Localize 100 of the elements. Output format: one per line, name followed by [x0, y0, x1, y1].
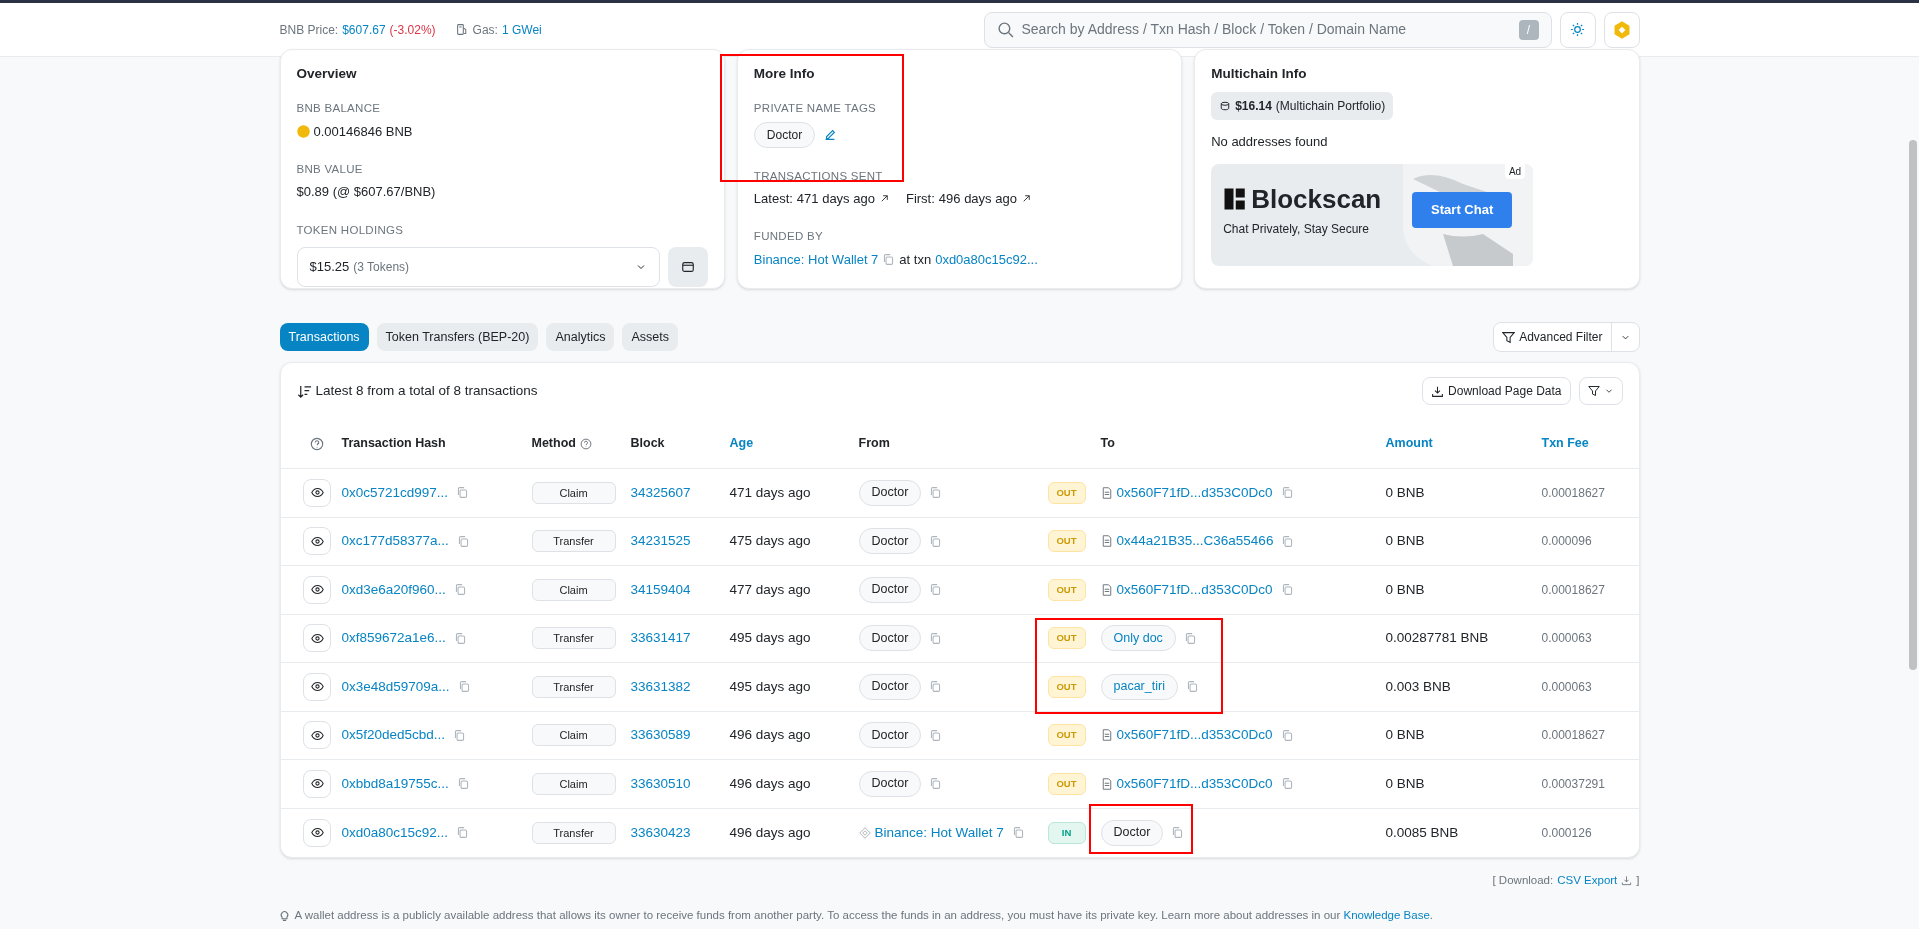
address-tag[interactable]: Doctor: [858, 673, 922, 700]
gas-link[interactable]: 1 GWei: [501, 20, 542, 39]
transaction-hash-link[interactable]: 0xf859672a1e6...: [341, 628, 446, 649]
copy-icon[interactable]: [453, 631, 467, 645]
search-input[interactable]: Search by Address / Txn Hash / Block / Token / Domain Name: [1021, 19, 1511, 40]
transaction-hash-link[interactable]: 0xbbd8a19755c...: [341, 773, 449, 794]
address-link[interactable]: 0x560F71fD...d353C0Dc0: [1116, 725, 1273, 746]
scrollbar-thumb[interactable]: [1909, 140, 1917, 670]
fee-text: 0.000126: [1541, 824, 1593, 842]
copy-icon[interactable]: [453, 728, 467, 742]
edit-icon[interactable]: [823, 127, 838, 142]
view-button[interactable]: [303, 527, 331, 556]
wallet-button[interactable]: [667, 247, 708, 287]
copy-icon[interactable]: [929, 534, 943, 548]
start-chat-button[interactable]: Start Chat: [1412, 191, 1513, 228]
copy-icon[interactable]: [1280, 777, 1294, 791]
price-link[interactable]: $607.67: [342, 20, 386, 39]
block-link[interactable]: 34159404: [630, 579, 691, 600]
block-link[interactable]: 34231525: [630, 531, 691, 552]
copy-icon[interactable]: [1280, 728, 1294, 742]
document-icon: [1100, 535, 1113, 548]
copy-icon[interactable]: [456, 777, 470, 791]
copy-icon[interactable]: [929, 777, 943, 791]
copy-icon[interactable]: [929, 631, 943, 645]
copy-icon[interactable]: [1185, 680, 1199, 694]
ad-banner[interactable]: Blockscan Chat Privately, Stay Secure Start Chat Ad: [1211, 163, 1534, 266]
copy-icon[interactable]: [1011, 826, 1025, 840]
tab[interactable]: Assets: [622, 323, 678, 351]
tab[interactable]: Analytics: [546, 323, 615, 351]
address-tag[interactable]: Doctor: [858, 722, 922, 749]
copy-icon[interactable]: [1280, 486, 1294, 500]
transaction-hash-link[interactable]: 0x3e48d59709a...: [341, 676, 450, 697]
csv-export-link[interactable]: CSV Export: [1557, 872, 1618, 890]
view-button[interactable]: [303, 818, 331, 847]
direction-badge: OUT: [1047, 724, 1086, 747]
copy-icon[interactable]: [456, 486, 470, 500]
address-link[interactable]: 0x560F71fD...d353C0Dc0: [1116, 773, 1273, 794]
portfolio-badge[interactable]: $16.14 (Multichain Portfolio): [1211, 92, 1394, 121]
address-tag[interactable]: pacar_tiri: [1100, 673, 1178, 700]
transaction-hash-link[interactable]: 0x0c5721cd997...: [341, 482, 449, 503]
view-button[interactable]: [303, 478, 331, 507]
view-button[interactable]: [303, 672, 331, 701]
address-tag[interactable]: Doctor: [858, 770, 922, 797]
download-icon: [1431, 384, 1445, 398]
block-link[interactable]: 33631417: [630, 628, 691, 649]
column-header[interactable]: Amount: [1385, 434, 1433, 453]
first-value: 496 days ago: [938, 189, 1017, 208]
view-button[interactable]: [303, 769, 331, 798]
copy-icon[interactable]: [1280, 583, 1294, 597]
copy-icon[interactable]: [1183, 631, 1197, 645]
copy-icon[interactable]: [456, 826, 470, 840]
address-tag[interactable]: Doctor: [858, 528, 922, 555]
copy-icon[interactable]: [1281, 534, 1295, 548]
transaction-hash-link[interactable]: 0xd3e6a20f960...: [341, 579, 446, 600]
transaction-hash-link[interactable]: 0xd0a80c15c92...: [341, 822, 449, 843]
block-link[interactable]: 33630423: [630, 822, 691, 843]
copy-icon[interactable]: [453, 583, 467, 597]
field-label: TRANSACTIONS SENT: [753, 168, 884, 184]
amount-text: 0 BNB: [1385, 580, 1426, 599]
token-holdings-dropdown[interactable]: $15.25 (3 Tokens): [296, 247, 660, 287]
block-link[interactable]: 34325607: [630, 482, 691, 503]
block-link[interactable]: 33631382: [630, 676, 691, 697]
column-header[interactable]: Age: [729, 434, 754, 453]
funder-link[interactable]: Binance: Hot Wallet 7: [753, 249, 879, 269]
network-button[interactable]: [1603, 11, 1640, 48]
view-button[interactable]: [303, 575, 331, 604]
copy-icon[interactable]: [882, 252, 896, 266]
copy-icon[interactable]: [929, 680, 943, 694]
filter-dropdown-button[interactable]: [1578, 377, 1623, 405]
copy-icon[interactable]: [457, 680, 471, 694]
address-tag[interactable]: Doctor: [858, 576, 922, 603]
address-tag[interactable]: Doctor: [858, 625, 922, 652]
advanced-filter-button[interactable]: Advanced Filter: [1493, 322, 1640, 352]
address-link[interactable]: Binance: Hot Wallet 7: [874, 822, 1004, 843]
address-tag[interactable]: Only doc: [1100, 625, 1176, 652]
copy-icon[interactable]: [929, 583, 943, 597]
address-link[interactable]: 0x560F71fD...d353C0Dc0: [1116, 579, 1273, 600]
transaction-hash-link[interactable]: 0x5f20ded5cbd...: [341, 725, 446, 746]
view-button[interactable]: [303, 624, 331, 653]
copy-icon[interactable]: [929, 486, 943, 500]
tab[interactable]: Token Transfers (BEP-20): [376, 323, 539, 351]
copy-icon[interactable]: [456, 534, 470, 548]
txn-link[interactable]: 0xd0a80c15c92...: [935, 249, 1038, 269]
theme-toggle-button[interactable]: [1559, 11, 1596, 48]
transaction-hash-link[interactable]: 0xc177d58377a...: [341, 531, 449, 552]
tab[interactable]: Transactions: [279, 323, 369, 351]
block-link[interactable]: 33630510: [630, 773, 691, 794]
wallet-icon: [680, 260, 695, 274]
copy-icon[interactable]: [1171, 826, 1185, 840]
amount-text: 0 BNB: [1385, 483, 1426, 502]
address-tag[interactable]: Doctor: [858, 479, 922, 506]
address-tag[interactable]: Doctor: [1100, 819, 1164, 846]
column-header[interactable]: Txn Fee: [1541, 434, 1589, 453]
view-button[interactable]: [303, 721, 331, 750]
copy-icon[interactable]: [929, 728, 943, 742]
block-link[interactable]: 33630589: [630, 725, 691, 746]
download-button[interactable]: Download Page Data: [1422, 377, 1571, 405]
address-link[interactable]: 0x560F71fD...d353C0Dc0: [1116, 482, 1273, 503]
address-link[interactable]: 0x44a21B35...C36a55466: [1116, 531, 1274, 552]
knowledge-base-link[interactable]: Knowledge Base: [1343, 909, 1430, 922]
